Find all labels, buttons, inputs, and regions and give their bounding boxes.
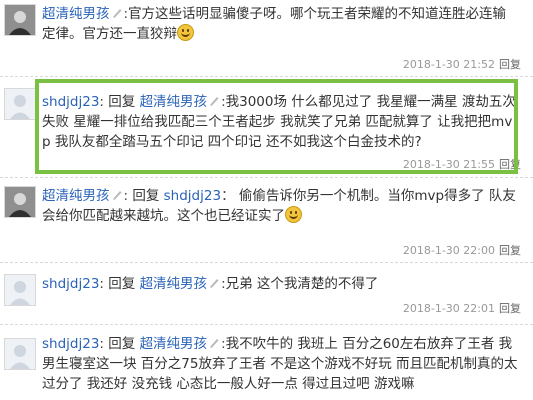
comment-body: 超清纯男孩: 回复 shdjdj23： 偷偷告诉你另一个机制。当你mvp得多了 … [42, 188, 516, 224]
default-avatar-icon [5, 89, 35, 119]
comment-meta: 2018-1-30 22:00 回复 [403, 242, 521, 258]
reply-button[interactable]: 回复 [499, 158, 521, 171]
comment-body: shdjdj23: 回复 超清纯男孩:我3000场 什么都见过了 我星耀一满星 … [42, 94, 516, 150]
user-photo-icon [5, 187, 35, 217]
timestamp: 2018-1-30 21:52 [402, 58, 495, 71]
username-link[interactable]: shdjdj23 [42, 94, 99, 110]
comment-item: shdjdj23: 回复 超清纯男孩:我3000场 什么都见过了 我星耀一满星 … [0, 80, 533, 176]
reply-button[interactable]: 回复 [499, 302, 521, 315]
comment-body: 超清纯男孩:官方这些话明显骗傻子呀。哪个玩王者荣耀的不知道连胜必连输定律。官方还… [42, 6, 507, 42]
smile-emoji-icon [177, 24, 194, 41]
avatar[interactable] [4, 274, 36, 306]
comment-item: shdjdj23: 回复 超清纯男孩:兄弟 这个我清楚的不得了 2018-1-3… [0, 264, 533, 322]
timestamp: 2018-1-30 21:55 [402, 158, 495, 171]
divider [0, 262, 533, 263]
pen-icon [210, 339, 219, 348]
default-avatar-icon [5, 275, 35, 305]
pen-icon [210, 97, 219, 106]
comment-text: 兄弟 这个我清楚的不得了 [225, 276, 379, 292]
reply-word: 回复 [108, 336, 136, 352]
comment-item: shdjdj23: 回复 超清纯男孩:我不吹牛的 我班上 百分之60左右放弃了王… [0, 326, 533, 400]
comment-body: shdjdj23: 回复 超清纯男孩:兄弟 这个我清楚的不得了 [42, 276, 379, 292]
comment-meta: 2018-1-30 22:01 回复 [403, 300, 521, 316]
avatar[interactable] [4, 4, 36, 36]
pen-icon [112, 9, 121, 18]
reply-to-link[interactable]: 超清纯男孩 [140, 336, 208, 352]
reply-button[interactable]: 回复 [499, 244, 521, 257]
pen-icon [210, 279, 219, 288]
timestamp: 2018-1-30 22:01 [402, 302, 495, 315]
user-photo-icon [5, 5, 35, 35]
username-link[interactable]: shdjdj23 [42, 276, 99, 292]
avatar[interactable] [4, 338, 36, 370]
username-link[interactable]: shdjdj23 [42, 336, 99, 352]
timestamp: 2018-1-30 22:00 [402, 244, 495, 257]
comment-item: 超清纯男孩: 回复 shdjdj23： 偷偷告诉你另一个机制。当你mvp得多了 … [0, 180, 533, 260]
smile-emoji-icon [285, 206, 302, 223]
comment-meta: 2018-1-30 21:52 回复 [403, 56, 521, 72]
avatar[interactable] [4, 186, 36, 218]
default-avatar-icon [5, 339, 35, 369]
pen-icon [112, 191, 121, 200]
reply-to-link[interactable]: 超清纯男孩 [140, 94, 208, 110]
reply-word: 回复 [108, 276, 136, 292]
reply-word: 回复 [132, 188, 160, 204]
username-link[interactable]: 超清纯男孩 [42, 188, 110, 204]
divider [0, 177, 533, 178]
reply-word: 回复 [108, 94, 136, 110]
reply-button[interactable]: 回复 [499, 58, 521, 71]
comment-meta: 2018-1-30 21:55 回复 [403, 156, 521, 172]
reply-to-link[interactable]: shdjdj23 [164, 188, 221, 204]
avatar[interactable] [4, 88, 36, 120]
divider [0, 76, 533, 77]
comment-item: 超清纯男孩:官方这些话明显骗傻子呀。哪个玩王者荣耀的不知道连胜必连输定律。官方还… [0, 0, 533, 78]
username-link[interactable]: 超清纯男孩 [42, 6, 110, 22]
reply-to-link[interactable]: 超清纯男孩 [140, 276, 208, 292]
divider [0, 324, 533, 325]
comment-body: shdjdj23: 回复 超清纯男孩:我不吹牛的 我班上 百分之60左右放弃了王… [42, 336, 518, 392]
comment-thread: 超清纯男孩:官方这些话明显骗傻子呀。哪个玩王者荣耀的不知道连胜必连输定律。官方还… [0, 0, 533, 400]
